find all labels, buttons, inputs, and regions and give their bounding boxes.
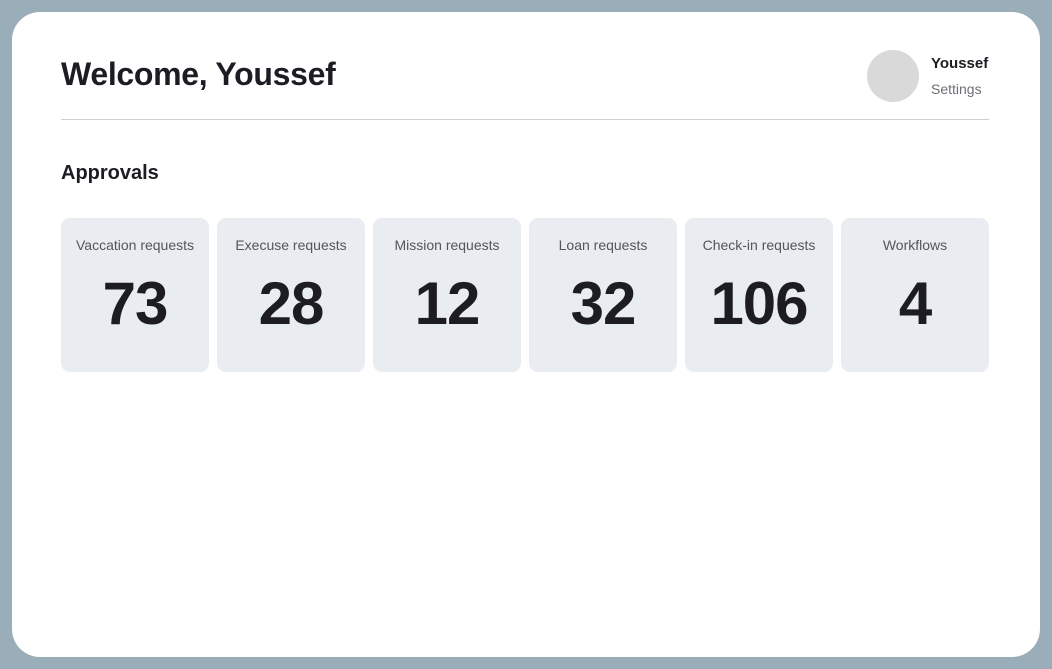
card-label: Check-in requests (702, 237, 816, 253)
user-name: Youssef (931, 55, 989, 72)
settings-link[interactable]: Settings (931, 81, 988, 97)
card-label: Mission requests (394, 237, 500, 253)
mission-requests-card[interactable]: Mission requests 12 (373, 218, 521, 372)
card-count: 73 (102, 270, 169, 337)
page-title: Welcome, Youssef (61, 56, 336, 92)
avatar[interactable] (867, 50, 919, 102)
card-label: Vaccation requests (75, 237, 195, 253)
card-count: 4 (898, 270, 932, 337)
card-label: Loan requests (558, 237, 648, 253)
workflows-card[interactable]: Workflows 4 (841, 218, 989, 372)
approvals-heading: Approvals (61, 162, 159, 184)
card-count: 32 (570, 270, 637, 337)
card-label: Workflows (882, 237, 948, 253)
card-count: 28 (258, 270, 325, 337)
vacation-requests-card[interactable]: Vaccation requests 73 (61, 218, 209, 372)
excuse-requests-card[interactable]: Execuse requests 28 (217, 218, 365, 372)
app-window: Welcome, Youssef Youssef Settings Approv… (12, 12, 1040, 657)
card-label: Execuse requests (235, 237, 347, 253)
card-count: 12 (414, 270, 481, 337)
approvals-cards: Vaccation requests 73 Execuse requests 2… (61, 218, 989, 372)
user-menu[interactable]: Youssef Settings (867, 50, 988, 102)
check-in-requests-card[interactable]: Check-in requests 106 (685, 218, 833, 372)
card-count: 106 (710, 270, 808, 337)
header-divider (61, 119, 989, 120)
user-meta: Youssef Settings (931, 55, 988, 97)
loan-requests-card[interactable]: Loan requests 32 (529, 218, 677, 372)
